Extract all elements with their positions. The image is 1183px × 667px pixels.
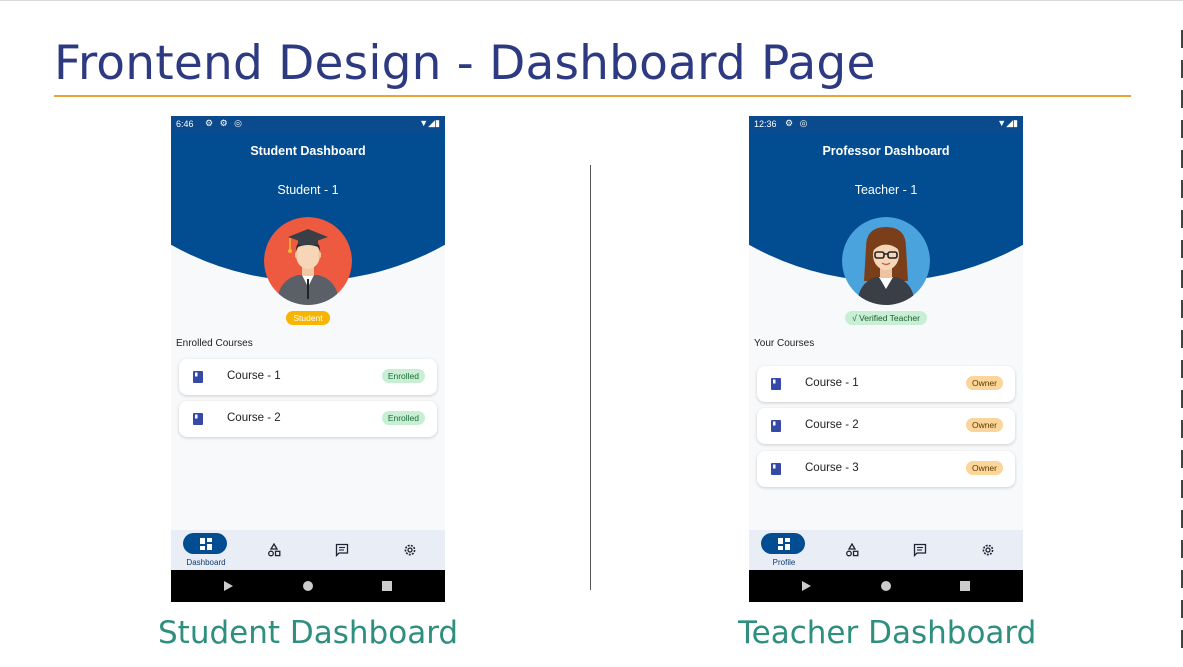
- back-icon[interactable]: [224, 581, 233, 591]
- notification-icons: ⚙ ⚙ ◎: [205, 118, 244, 128]
- chat-icon: [913, 543, 927, 557]
- book-icon: [193, 413, 203, 425]
- book-icon: [771, 420, 781, 432]
- dashboard-title: Professor Dashboard: [822, 144, 950, 158]
- teacher-phone-screen: 12:36 ⚙ ◎ ▼◢▮ Professor Dashboard Teache…: [749, 116, 1023, 602]
- nav-label: Profile: [772, 558, 796, 567]
- nav-item-resources[interactable]: [827, 530, 877, 570]
- student-caption: Student Dashboard: [158, 615, 459, 651]
- owner-badge: Owner: [965, 418, 1003, 432]
- settings-icon: [404, 544, 416, 556]
- nav-item-messages[interactable]: [895, 530, 945, 570]
- nav-item-settings[interactable]: [385, 530, 435, 570]
- section-label: Your Courses: [754, 338, 815, 349]
- android-navigation-bar: [749, 570, 1023, 602]
- course-name: Course - 3: [805, 462, 859, 474]
- owner-badge: Owner: [965, 461, 1003, 475]
- shapes-icon: [846, 543, 859, 557]
- status-bar: 6:46 ⚙ ⚙ ◎ ▼◢▮: [171, 116, 445, 132]
- nav-item-dashboard[interactable]: Dashboard: [181, 530, 231, 570]
- section-label: Enrolled Courses: [176, 338, 253, 349]
- android-navigation-bar: [171, 570, 445, 602]
- course-card[interactable]: Course - 1 Owner: [757, 366, 1015, 402]
- user-name: Teacher - 1: [854, 183, 918, 197]
- owner-badge: Owner: [965, 376, 1003, 390]
- dashboard-title: Student Dashboard: [250, 144, 366, 158]
- course-card[interactable]: Course - 3 Owner: [757, 451, 1015, 487]
- recents-icon[interactable]: [960, 581, 970, 591]
- enrolled-badge: Enrolled: [381, 411, 425, 425]
- course-name: Course - 2: [805, 419, 859, 431]
- student-phone-screen: 6:46 ⚙ ⚙ ◎ ▼◢▮ Student Dashboard Student…: [171, 116, 445, 602]
- notification-icons: ⚙ ◎: [785, 118, 810, 128]
- nav-item-settings[interactable]: [963, 530, 1013, 570]
- enrolled-badge: Enrolled: [381, 369, 425, 383]
- home-icon[interactable]: [303, 581, 313, 591]
- nav-item-profile[interactable]: Profile: [759, 530, 809, 570]
- back-icon[interactable]: [802, 581, 811, 591]
- home-icon[interactable]: [881, 581, 891, 591]
- book-icon: [193, 371, 203, 383]
- teacher-avatar: [842, 217, 930, 305]
- nav-label: Dashboard: [186, 558, 226, 567]
- teacher-caption: Teacher Dashboard: [738, 615, 1037, 651]
- bottom-navigation: Dashboard: [171, 530, 445, 570]
- recents-icon[interactable]: [382, 581, 392, 591]
- signal-battery-icons: ▼◢▮: [997, 118, 1018, 128]
- course-name: Course - 1: [227, 370, 281, 382]
- status-bar: 12:36 ⚙ ◎ ▼◢▮: [749, 116, 1023, 132]
- book-icon: [771, 463, 781, 475]
- course-card[interactable]: Course - 1 Enrolled: [179, 359, 437, 395]
- status-time: 12:36: [754, 119, 777, 129]
- student-avatar: [264, 217, 352, 305]
- slide-title: Frontend Design - Dashboard Page: [54, 36, 876, 91]
- dashboard-icon: [200, 538, 212, 550]
- course-card[interactable]: Course - 2 Owner: [757, 408, 1015, 444]
- title-underline: [54, 95, 1131, 97]
- role-badge: Student: [286, 311, 330, 325]
- shapes-icon: [268, 543, 281, 557]
- settings-icon: [982, 544, 994, 556]
- top-border: [0, 0, 1183, 1]
- nav-item-messages[interactable]: [317, 530, 367, 570]
- role-badge: √ Verified Teacher: [845, 311, 927, 325]
- course-name: Course - 1: [805, 377, 859, 389]
- role-badge-container: Student: [171, 308, 445, 326]
- chat-icon: [335, 543, 349, 557]
- bottom-navigation: Profile: [749, 530, 1023, 570]
- profile-icon: [778, 538, 790, 550]
- user-name: Student - 1: [277, 183, 339, 197]
- signal-battery-icons: ▼◢▮: [419, 118, 440, 128]
- book-icon: [771, 378, 781, 390]
- course-name: Course - 2: [227, 412, 281, 424]
- role-badge-container: √ Verified Teacher: [749, 308, 1023, 326]
- nav-item-resources[interactable]: [249, 530, 299, 570]
- status-time: 6:46: [176, 119, 194, 129]
- course-card[interactable]: Course - 2 Enrolled: [179, 401, 437, 437]
- center-divider: [590, 165, 591, 590]
